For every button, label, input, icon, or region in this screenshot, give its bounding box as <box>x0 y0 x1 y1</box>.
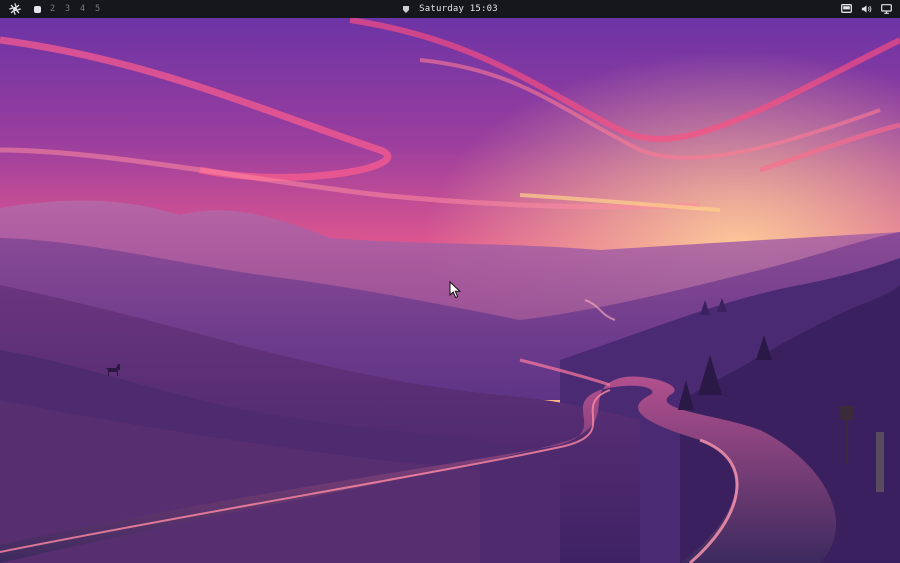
launcher-icon[interactable] <box>9 3 21 15</box>
workspace-3[interactable]: 3 <box>60 0 75 18</box>
system-tray <box>841 0 892 18</box>
workspace-1[interactable] <box>30 0 45 18</box>
top-bar: 2 3 4 5 Saturday 15:03 <box>0 0 900 18</box>
desktop[interactable]: 2 3 4 5 Saturday 15:03 <box>0 0 900 563</box>
clock-text: Saturday 15:03 <box>419 4 498 14</box>
clock-widget[interactable]: Saturday 15:03 <box>402 4 498 14</box>
mouse-cursor-icon <box>449 281 462 299</box>
workspace-4[interactable]: 4 <box>75 0 90 18</box>
workspace-area: 2 3 4 5 <box>0 0 105 18</box>
workspace-5[interactable]: 5 <box>90 0 105 18</box>
monitor-icon[interactable] <box>881 4 892 15</box>
display-icon[interactable] <box>841 4 852 15</box>
workspace-2[interactable]: 2 <box>45 0 60 18</box>
notification-icon <box>402 5 410 14</box>
workspace-active-indicator <box>34 5 41 13</box>
clock-area: Saturday 15:03 <box>0 0 900 18</box>
volume-icon[interactable] <box>861 4 872 15</box>
